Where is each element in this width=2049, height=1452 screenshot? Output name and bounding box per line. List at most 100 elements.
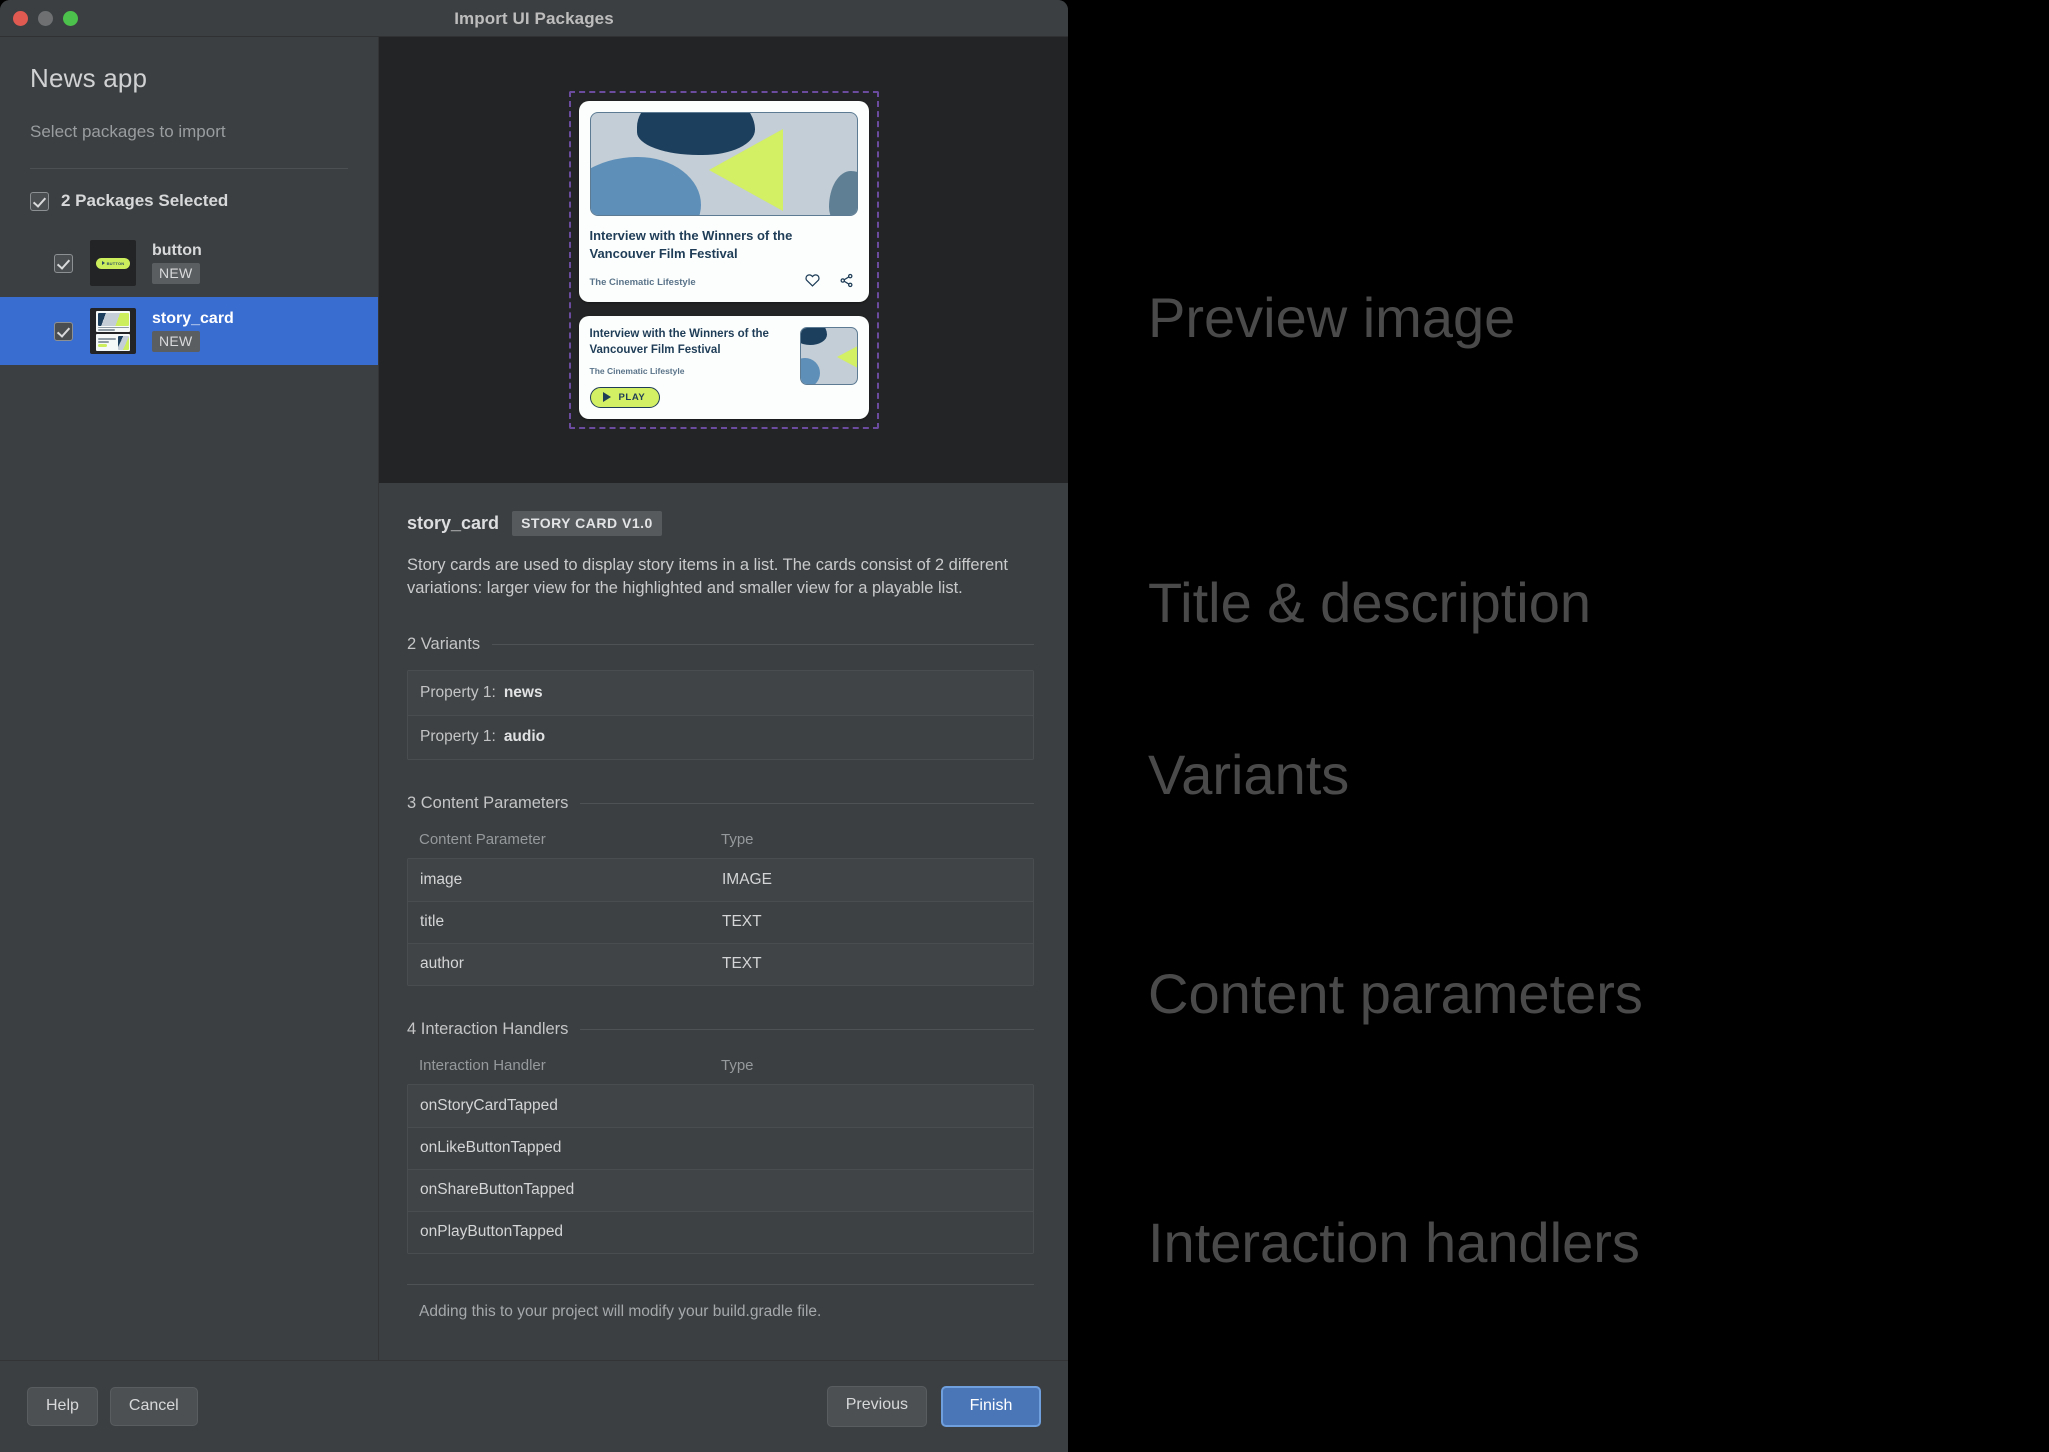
content-parameters-section-header: 3 Content Parameters (407, 794, 1034, 813)
interaction-handlers-section: 4 Interaction Handlers Interaction Handl… (407, 1020, 1034, 1254)
sidebar-header: News app Select packages to import (0, 37, 378, 169)
column-header-content-parameter: Content Parameter (419, 830, 546, 848)
interaction-handlers-table: onStoryCardTapped onLikeButtonTapped onS… (407, 1083, 1034, 1254)
package-thumbnail-story-card (90, 308, 136, 354)
play-triangle-icon (708, 129, 783, 212)
package-badge-button: NEW (152, 263, 200, 284)
sidebar-subtitle: Select packages to import (30, 122, 226, 141)
content-parameter-name: image (420, 870, 463, 888)
section-rule (580, 1028, 1034, 1030)
variants-heading: 2 Variants (407, 634, 481, 653)
package-name-story-card: story_card (152, 310, 234, 327)
package-meta-story-card: story_card NEW (152, 310, 234, 352)
annotation-variants: Variants (1148, 743, 1350, 806)
table-row[interactable]: Property 1: audio (408, 714, 1033, 759)
interaction-handlers-heading: 4 Interaction Handlers (407, 1019, 569, 1038)
variant-key: Property 1: (420, 728, 496, 746)
large-card-author: The Cinematic Lifestyle (589, 277, 696, 289)
detail-header: story_card STORY CARD V1.0 (407, 511, 1034, 536)
detail-version-badge: STORY CARD V1.0 (512, 511, 662, 536)
window-body: News app Select packages to import 2 Pac… (0, 37, 1068, 1360)
action-bar-left: Help Cancel (27, 1387, 198, 1426)
preview-cards: Interview with the Winners of the Vancou… (578, 101, 869, 419)
main-content: Interview with the Winners of the Vancou… (379, 37, 1068, 1360)
interaction-handler-name: onPlayButtonTapped (420, 1223, 564, 1241)
variant-key: Property 1: (420, 683, 496, 701)
preview-large-story-card[interactable]: Interview with the Winners of the Vancou… (578, 101, 869, 302)
annotation-preview-image: Preview image (1148, 286, 1516, 349)
play-button[interactable]: PLAY (589, 386, 661, 408)
previous-button[interactable]: Previous (826, 1386, 927, 1427)
preview-small-story-card[interactable]: Interview with the Winners of the Vancou… (578, 315, 869, 419)
content-parameters-table: image IMAGE title TEXT author TEXT (407, 857, 1034, 986)
table-row[interactable]: onShareButtonTapped (408, 1168, 1033, 1211)
content-parameter-type: TEXT (722, 955, 762, 973)
variant-value: news (503, 683, 543, 701)
large-card-actions (804, 273, 854, 293)
annotation-content-parameters: Content parameters (1148, 962, 1643, 1025)
small-card-image (799, 326, 858, 385)
package-thumbnail-button: BUTTON (90, 240, 136, 286)
table-row[interactable]: Property 1: news (408, 670, 1033, 715)
small-card-body: Interview with the Winners of the Vancou… (589, 327, 790, 408)
window-titlebar: Import UI Packages (0, 0, 1068, 37)
window-title: Import UI Packages (454, 8, 614, 28)
table-row[interactable]: title TEXT (408, 900, 1033, 943)
large-card-footer: The Cinematic Lifestyle (590, 273, 858, 293)
variants-section: 2 Variants Property 1: news Property 1: … (407, 635, 1034, 760)
variants-table: Property 1: news Property 1: audio (407, 669, 1034, 760)
heart-icon[interactable] (804, 273, 820, 292)
package-meta-button: button NEW (152, 242, 202, 284)
gradle-note: Adding this to your project will modify … (407, 1283, 1034, 1321)
import-ui-packages-window: Import UI Packages News app Select packa… (0, 0, 1068, 1452)
package-checkbox-story-card[interactable] (54, 321, 73, 341)
app-title: News app (30, 63, 148, 93)
interaction-handler-name: onStoryCardTapped (420, 1096, 558, 1114)
table-row[interactable]: onLikeButtonTapped (408, 1126, 1033, 1169)
table-row[interactable]: onPlayButtonTapped (408, 1210, 1033, 1253)
preview-panel: Interview with the Winners of the Vancou… (379, 37, 1068, 483)
package-list-item-button[interactable]: BUTTON button NEW (0, 229, 378, 297)
select-all-checkbox[interactable] (30, 191, 49, 211)
table-row[interactable]: author TEXT (408, 942, 1033, 985)
help-button[interactable]: Help (27, 1387, 98, 1426)
package-badge-story-card: NEW (152, 331, 200, 352)
section-rule (580, 802, 1034, 804)
story-card-preview-icon (96, 311, 130, 351)
share-icon[interactable] (839, 273, 854, 293)
content-parameter-type: IMAGE (722, 870, 772, 888)
select-all-packages-row[interactable]: 2 Packages Selected (0, 169, 378, 229)
variants-section-header: 2 Variants (407, 635, 1034, 654)
packages-selected-label: 2 Packages Selected (61, 191, 229, 210)
button-preview-pill-icon: BUTTON (96, 257, 130, 269)
play-icon (602, 391, 612, 403)
column-header-interaction-handler: Interaction Handler (419, 1056, 546, 1074)
variant-value: audio (503, 728, 546, 746)
dialog-action-bar: Help Cancel Previous Finish (0, 1360, 1068, 1452)
table-row[interactable]: image IMAGE (408, 858, 1033, 901)
play-button-label: PLAY (618, 391, 646, 403)
package-checkbox-button[interactable] (54, 253, 73, 273)
finish-button[interactable]: Finish (941, 1386, 1041, 1427)
section-rule (492, 643, 1034, 645)
content-parameter-name: author (420, 955, 464, 973)
large-card-title: Interview with the Winners of the Vancou… (589, 228, 793, 261)
detail-description: Story cards are used to display story it… (407, 556, 1008, 598)
interaction-handlers-section-header: 4 Interaction Handlers (407, 1020, 1034, 1039)
small-card-title: Interview with the Winners of the Vancou… (589, 327, 769, 356)
content-parameters-column-headers: Content Parameter Type (407, 831, 1034, 848)
content-parameter-name: title (420, 913, 445, 931)
image-blob-steel-blue (590, 157, 701, 216)
interaction-handler-name: onShareButtonTapped (420, 1181, 575, 1199)
column-header-type: Type (721, 830, 754, 848)
table-row[interactable]: onStoryCardTapped (408, 1084, 1033, 1127)
image-blob-slate (828, 171, 857, 216)
package-list-item-story-card[interactable]: story_card NEW (0, 297, 378, 365)
content-parameter-type: TEXT (722, 913, 762, 931)
package-name-button: button (152, 242, 202, 259)
annotation-interaction-handlers: Interaction handlers (1148, 1211, 1640, 1274)
preview-selection-outline: Interview with the Winners of the Vancou… (568, 91, 879, 429)
cancel-button[interactable]: Cancel (109, 1387, 198, 1426)
annotation-title-description: Title & description (1148, 571, 1591, 634)
content-parameters-section: 3 Content Parameters Content Parameter T… (407, 794, 1034, 986)
